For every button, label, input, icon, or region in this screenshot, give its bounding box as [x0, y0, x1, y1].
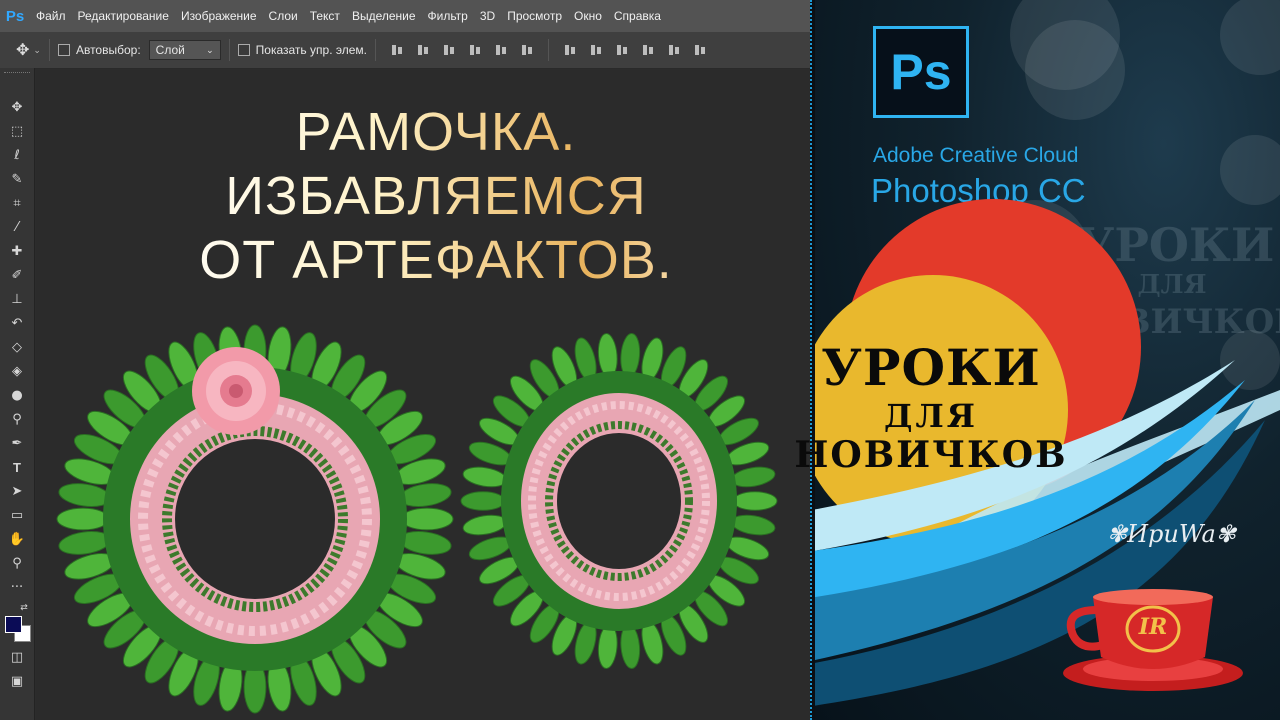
crop-icon[interactable]: ⌗ — [7, 194, 27, 214]
autoselect-label: Автовыбор: — [75, 43, 141, 57]
photoshop-window: Ps Файл Редактирование Изображение Слои … — [0, 0, 810, 720]
menu-bar: Ps Файл Редактирование Изображение Слои … — [0, 0, 810, 32]
history-brush-icon[interactable]: ↶ — [7, 314, 27, 334]
leaf — [730, 514, 776, 536]
leaf — [730, 466, 776, 488]
lesson-line-2: ДЛЯ — [884, 397, 978, 435]
move-icon[interactable]: ✥ — [7, 98, 27, 118]
options-separator — [48, 39, 50, 61]
distribute-top-icon[interactable] — [563, 44, 577, 56]
lesson-badge: УРОКИ ДЛЯ НОВИЧКОВ — [793, 338, 1069, 476]
menu-edit[interactable]: Редактирование — [72, 9, 175, 23]
menu-file[interactable]: Файл — [30, 9, 72, 23]
distribute-vcenter-icon[interactable] — [589, 44, 603, 56]
zoom-icon[interactable]: ⚲ — [7, 554, 27, 574]
menu-window[interactable]: Окно — [568, 9, 608, 23]
leaf — [462, 514, 508, 536]
tools-panel: ✥ ⬚ ℓ ✎ ⌗ ⁄ ✚ ✐ ⊥ ↶ ◇ ◈ ● ⚲ ✒ T ➤ ▭ ✋ ⚲ … — [0, 68, 35, 720]
flower-wreath — [460, 333, 778, 669]
autoselect-value: Слой — [155, 43, 185, 57]
leaf — [460, 491, 506, 511]
options-separator — [374, 39, 376, 61]
screen-mode-icon[interactable]: ▣ — [7, 672, 27, 692]
flower-wreath-with-rose — [56, 324, 454, 714]
align-top-icon[interactable] — [390, 44, 404, 56]
quick-mask-icon[interactable]: ◫ — [7, 648, 27, 668]
menu-view[interactable]: Просмотр — [501, 9, 568, 23]
distribute-bottom-icon[interactable] — [615, 44, 629, 56]
lesson-line-3: НОВИЧКОВ — [794, 434, 1068, 476]
red-teacup-logo — [1063, 589, 1243, 691]
hand-icon[interactable]: ✋ — [7, 530, 27, 550]
type-icon[interactable]: T — [7, 458, 27, 478]
quick-select-icon[interactable]: ✎ — [7, 170, 27, 190]
leaf — [56, 507, 110, 531]
options-separator — [547, 39, 549, 61]
path-select-icon[interactable]: ➤ — [7, 482, 27, 502]
align-right-icon[interactable] — [520, 44, 534, 56]
document-canvas[interactable]: РАМОЧКА. ИЗБАВЛЯЕМСЯ ОТ АРТЕФАКТОВ. — [36, 70, 810, 720]
distribute-hcenter-icon[interactable] — [667, 44, 681, 56]
brush-icon[interactable]: ✐ — [7, 266, 27, 286]
show-controls-checkbox[interactable] — [237, 44, 250, 56]
align-left-icon[interactable] — [468, 44, 482, 56]
align-bottom-icon[interactable] — [442, 44, 456, 56]
menu-filter[interactable]: Фильтр — [422, 9, 474, 23]
lasso-icon[interactable]: ℓ — [7, 146, 27, 166]
menu-select[interactable]: Выделение — [346, 9, 422, 23]
panel-grip[interactable] — [4, 72, 30, 76]
eyedropper-icon[interactable]: ⁄ — [7, 218, 27, 238]
lesson-line-1: УРОКИ — [821, 338, 1041, 397]
rectangle-icon[interactable]: ▭ — [7, 506, 27, 526]
eraser-icon[interactable]: ◇ — [7, 338, 27, 358]
leaf — [732, 491, 778, 511]
menu-type[interactable]: Текст — [304, 9, 346, 23]
distribute-right-icon[interactable] — [693, 44, 707, 56]
align-vcenter-icon[interactable] — [416, 44, 430, 56]
leaf — [400, 507, 454, 531]
title-line-1: РАМОЧКА. — [136, 100, 736, 164]
align-hcenter-icon[interactable] — [494, 44, 508, 56]
cup-monogram: IR — [1138, 614, 1168, 640]
chevron-down-icon: ⌄ — [206, 44, 214, 55]
menu-image[interactable]: Изображение — [175, 9, 263, 23]
blur-icon[interactable]: ● — [7, 386, 27, 406]
distribute-left-icon[interactable] — [641, 44, 655, 56]
menu-3d[interactable]: 3D — [474, 9, 501, 23]
author-signature: ✾ИриWa✾ — [1107, 520, 1236, 548]
show-controls-label: Показать упр. элем. — [255, 43, 367, 57]
leaf — [462, 466, 508, 488]
healing-icon[interactable]: ✚ — [7, 242, 27, 262]
photoshop-logo: Ps — [5, 7, 25, 25]
options-separator — [228, 39, 230, 61]
more-icon[interactable]: ··· — [7, 578, 27, 598]
options-bar: ✥ ⌄ Автовыбор: Слой ⌄ Показать упр. элем… — [0, 32, 810, 69]
menu-help[interactable]: Справка — [608, 9, 667, 23]
marquee-icon[interactable]: ⬚ — [7, 122, 27, 142]
title-line-3: ОТ АРТЕФАКТОВ. — [136, 228, 736, 292]
swap-colors-icon[interactable]: ⇄ — [18, 598, 30, 618]
chevron-down-icon[interactable]: ⌄ — [33, 45, 41, 56]
thumbnail-title: РАМОЧКА. ИЗБАВЛЯЕМСЯ ОТ АРТЕФАКТОВ. — [136, 100, 736, 292]
pen-icon[interactable]: ✒ — [7, 434, 27, 454]
move-tool-preset-icon[interactable]: ✥ — [16, 40, 29, 60]
autoselect-dropdown[interactable]: Слой ⌄ — [148, 40, 221, 60]
rose-flower — [192, 347, 280, 435]
menu-layers[interactable]: Слои — [263, 9, 304, 23]
stamp-icon[interactable]: ⊥ — [7, 290, 27, 310]
dodge-icon[interactable]: ⚲ — [7, 410, 27, 430]
title-line-2: ИЗБАВЛЯЕМСЯ — [136, 164, 736, 228]
autoselect-checkbox[interactable] — [57, 44, 70, 56]
paint-bucket-icon[interactable]: ◈ — [7, 362, 27, 382]
foreground-color-swatch[interactable] — [5, 616, 22, 633]
